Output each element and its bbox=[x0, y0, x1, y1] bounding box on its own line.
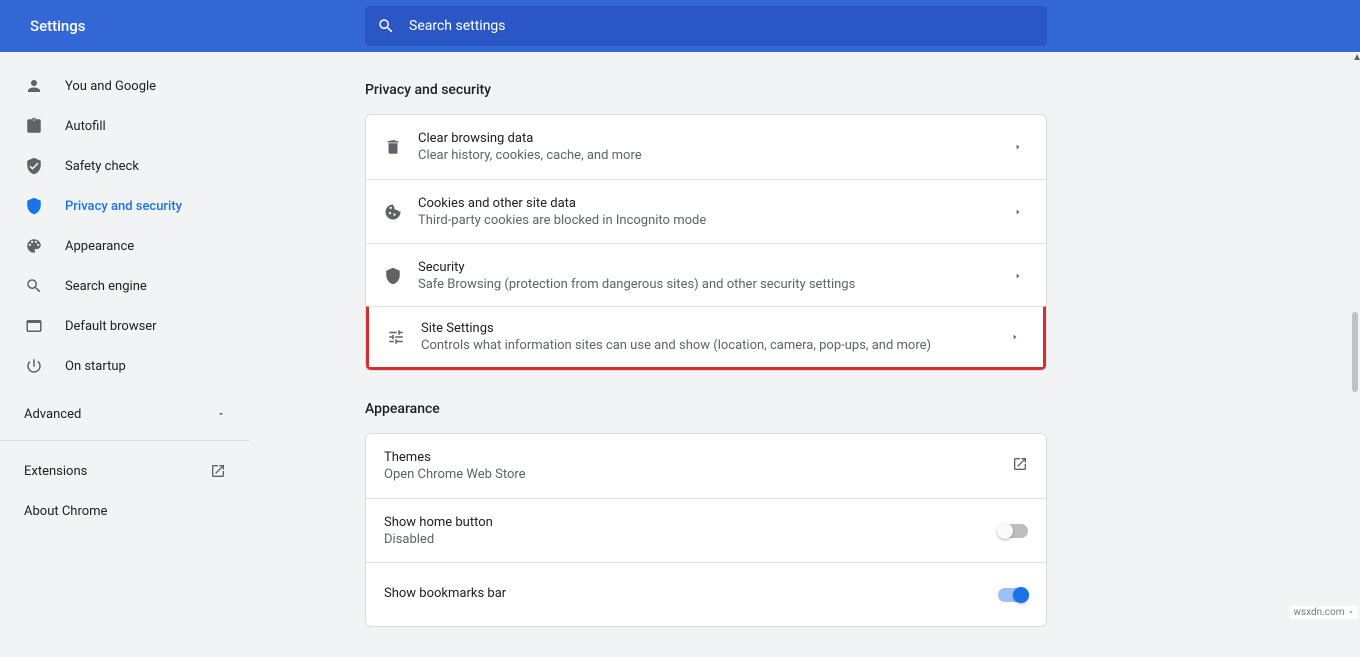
row-title: Themes bbox=[384, 450, 1012, 465]
sidebar-item-label: Safety check bbox=[65, 159, 139, 174]
sidebar-item-privacy-security[interactable]: Privacy and security bbox=[0, 186, 250, 226]
toggle-home-button[interactable] bbox=[998, 524, 1028, 538]
palette-icon bbox=[25, 237, 65, 255]
sidebar-advanced-toggle[interactable]: Advanced bbox=[0, 394, 250, 434]
sidebar-item-appearance[interactable]: Appearance bbox=[0, 226, 250, 266]
cookie-icon bbox=[384, 203, 418, 221]
row-security[interactable]: Security Safe Browsing (protection from … bbox=[366, 243, 1046, 307]
watermark: wsxdn.com bbox=[1290, 606, 1358, 619]
main-content: Privacy and security Clear browsing data… bbox=[365, 52, 1047, 657]
scrollbar-track[interactable] bbox=[1346, 52, 1360, 621]
row-home-button[interactable]: Show home button Disabled bbox=[366, 498, 1046, 562]
chevron-down-icon bbox=[216, 409, 226, 419]
sidebar-item-label: Search engine bbox=[65, 279, 147, 294]
row-sub: Disabled bbox=[384, 532, 998, 547]
sidebar-item-label: Default browser bbox=[65, 319, 157, 334]
arrow-right-icon bbox=[1008, 143, 1028, 151]
row-sub: Open Chrome Web Store bbox=[384, 467, 1012, 482]
scroll-up-icon[interactable]: ▲ bbox=[1352, 52, 1360, 63]
row-bookmarks-bar[interactable]: Show bookmarks bar bbox=[366, 562, 1046, 626]
external-link-icon bbox=[1012, 456, 1028, 476]
section-title-appearance: Appearance bbox=[365, 401, 1047, 417]
row-clear-browsing-data[interactable]: Clear browsing data Clear history, cooki… bbox=[366, 115, 1046, 179]
sidebar-item-on-startup[interactable]: On startup bbox=[0, 346, 250, 386]
privacy-card: Clear browsing data Clear history, cooki… bbox=[365, 114, 1047, 371]
shield-check-icon bbox=[25, 157, 65, 175]
person-icon bbox=[25, 77, 65, 95]
sidebar-item-safety-check[interactable]: Safety check bbox=[0, 146, 250, 186]
search-box[interactable] bbox=[365, 6, 1047, 46]
row-title: Security bbox=[418, 260, 1008, 275]
arrow-right-icon bbox=[1008, 272, 1028, 280]
row-sub: Third-party cookies are blocked in Incog… bbox=[418, 213, 1008, 228]
browser-icon bbox=[25, 317, 65, 335]
sidebar-item-search-engine[interactable]: Search engine bbox=[0, 266, 250, 306]
shield-icon bbox=[384, 267, 418, 285]
search-icon bbox=[377, 17, 395, 35]
external-link-icon bbox=[210, 463, 226, 479]
arrow-right-icon bbox=[1005, 333, 1025, 341]
power-icon bbox=[25, 357, 65, 375]
sidebar-item-label: Privacy and security bbox=[65, 199, 182, 214]
row-sub: Clear history, cookies, cache, and more bbox=[418, 148, 1008, 163]
search-input[interactable] bbox=[409, 18, 1035, 34]
row-title: Clear browsing data bbox=[418, 131, 1008, 146]
sidebar: You and Google Autofill Safety check Pri… bbox=[0, 52, 250, 621]
sidebar-item-label: Appearance bbox=[65, 239, 134, 254]
sidebar-about-chrome[interactable]: About Chrome bbox=[0, 491, 250, 531]
sidebar-divider bbox=[0, 440, 250, 441]
page-title: Settings bbox=[0, 17, 365, 35]
sidebar-item-default-browser[interactable]: Default browser bbox=[0, 306, 250, 346]
shield-icon bbox=[25, 197, 65, 215]
sidebar-item-you-and-google[interactable]: You and Google bbox=[0, 66, 250, 106]
extensions-label: Extensions bbox=[24, 464, 87, 479]
row-title: Show home button bbox=[384, 515, 998, 530]
appearance-card: Themes Open Chrome Web Store Show home b… bbox=[365, 433, 1047, 627]
sidebar-item-label: On startup bbox=[65, 359, 126, 374]
sidebar-item-label: You and Google bbox=[65, 79, 156, 94]
row-cookies[interactable]: Cookies and other site data Third-party … bbox=[366, 179, 1046, 243]
sidebar-extensions[interactable]: Extensions bbox=[0, 451, 250, 491]
chevron-down-icon bbox=[1347, 608, 1355, 616]
row-title: Cookies and other site data bbox=[418, 196, 1008, 211]
clipboard-icon bbox=[25, 117, 65, 135]
section-title-privacy: Privacy and security bbox=[365, 82, 1047, 98]
toggle-bookmarks-bar[interactable] bbox=[998, 588, 1028, 602]
row-site-settings[interactable]: Site Settings Controls what information … bbox=[365, 306, 1047, 371]
scrollbar-thumb[interactable] bbox=[1352, 312, 1358, 392]
row-title: Show bookmarks bar bbox=[384, 586, 998, 601]
search-icon bbox=[25, 277, 65, 295]
row-sub: Controls what information sites can use … bbox=[421, 338, 1005, 353]
sidebar-item-autofill[interactable]: Autofill bbox=[0, 106, 250, 146]
row-title: Site Settings bbox=[421, 321, 1005, 336]
row-themes[interactable]: Themes Open Chrome Web Store bbox=[366, 434, 1046, 498]
about-label: About Chrome bbox=[24, 504, 107, 519]
advanced-label: Advanced bbox=[24, 407, 81, 422]
trash-icon bbox=[384, 138, 418, 156]
sidebar-item-label: Autofill bbox=[65, 119, 106, 134]
arrow-right-icon bbox=[1008, 208, 1028, 216]
row-sub: Safe Browsing (protection from dangerous… bbox=[418, 277, 1008, 292]
top-header: Settings bbox=[0, 0, 1360, 52]
tune-icon bbox=[387, 328, 421, 346]
